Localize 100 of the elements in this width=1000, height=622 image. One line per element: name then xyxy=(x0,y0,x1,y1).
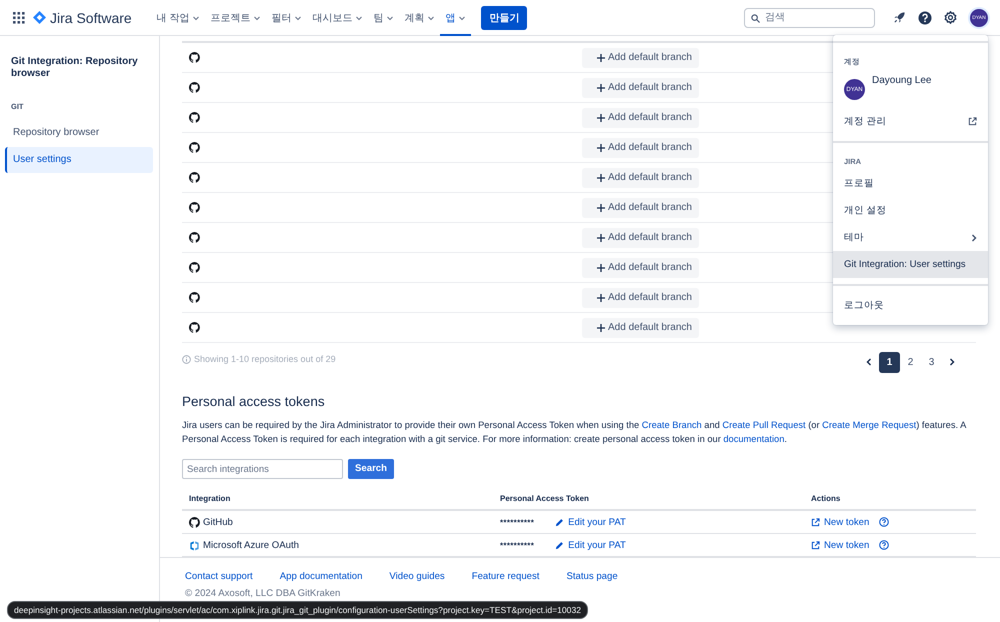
app-switcher-icon xyxy=(13,12,25,24)
menu-item[interactable]: 계정 관리 xyxy=(833,108,988,135)
add-default-branch-button[interactable]: Add default branch xyxy=(582,198,699,218)
menu-item[interactable]: 개인 설정 xyxy=(833,197,988,224)
add-default-branch-button[interactable]: Add default branch xyxy=(582,108,699,128)
menu-item[interactable]: 테마 xyxy=(833,224,988,251)
chevron-down-icon xyxy=(386,14,394,22)
nav-menu-tab[interactable]: 프로젝트 xyxy=(205,0,266,36)
page-button[interactable]: 2 xyxy=(900,352,921,372)
github-icon xyxy=(189,232,200,243)
sidebar-title: Git Integration: Repository browser xyxy=(11,56,139,79)
chevron-left-icon xyxy=(866,358,872,366)
pencil-icon xyxy=(555,518,564,526)
github-icon xyxy=(189,262,200,273)
column-header: Actions xyxy=(810,494,842,502)
create-button[interactable]: 만들기 xyxy=(481,6,528,30)
nav-menu-tab[interactable]: 앱 xyxy=(440,0,472,36)
github-icon xyxy=(189,202,200,213)
description-text: Jira users can be required by the Jira Administrator to provide their own Personal Access Token when using the Create Branch and Create Pull Request (or Create Merge Request) features. A Personal Access Token is required for each integration with a git service. For more information: create personal access token in our documentation. xyxy=(182,419,968,446)
help-icon xyxy=(879,540,890,550)
chevron-down-icon xyxy=(355,14,364,22)
nav-menu-tab[interactable]: 내 작업 xyxy=(152,0,206,36)
github-icon xyxy=(189,322,200,333)
chevron-down-icon xyxy=(427,14,436,22)
chevron-down-icon xyxy=(458,14,466,22)
text-link[interactable]: Create Pull Request xyxy=(722,420,806,430)
results-summary: Showing 1-10 repositories out of 29 xyxy=(194,354,336,364)
external-link-icon xyxy=(811,518,820,526)
add-default-branch-button[interactable]: Add default branch xyxy=(582,288,699,308)
footer-link[interactable]: App documentation xyxy=(280,571,362,582)
external-link-icon xyxy=(968,117,977,126)
footer-link[interactable]: Feature request xyxy=(472,571,540,582)
menu-item[interactable]: 로그아웃 xyxy=(833,292,988,319)
footer-link[interactable]: Status page xyxy=(566,571,618,582)
nav-menu-tab[interactable]: 대시보드 xyxy=(307,0,368,36)
plus-icon xyxy=(597,114,605,122)
add-default-branch-button[interactable]: Add default branch xyxy=(582,78,699,98)
link-url-text: deepinsight-projects.atlassian.net/plugins/servlet/ac/com.xiplink.jira.git.jira_git_plugin/configuration-userSettings?project.key=TEST&project.id=10032 xyxy=(14,605,582,615)
github-icon xyxy=(189,142,200,153)
plus-icon xyxy=(597,144,605,152)
plus-icon xyxy=(597,264,605,272)
page-button[interactable]: 1 xyxy=(879,352,900,372)
external-link-icon xyxy=(811,540,820,550)
add-default-branch-button[interactable]: Add default branch xyxy=(582,318,699,338)
settings-icon xyxy=(944,11,957,24)
nav-menu-tab[interactable]: 필터 xyxy=(266,0,308,36)
plus-icon xyxy=(597,294,605,302)
masked-token: ********** xyxy=(500,540,534,550)
search-button[interactable]: Search xyxy=(348,459,394,479)
sidebar-item[interactable]: User settings xyxy=(5,147,153,173)
new-token-link[interactable]: New token xyxy=(811,516,870,528)
integration-name: Microsoft Azure OAuth xyxy=(203,540,299,550)
rocket-icon xyxy=(893,11,906,24)
page-button[interactable]: 3 xyxy=(921,352,942,372)
search-icon xyxy=(751,14,760,22)
nav-menu-tab[interactable]: 팀 xyxy=(368,0,400,36)
menu-item[interactable]: 프로필 xyxy=(833,170,988,197)
plus-icon xyxy=(597,54,605,62)
add-default-branch-button[interactable]: Add default branch xyxy=(582,138,699,158)
menu-item[interactable]: Git Integration: User settings xyxy=(833,251,988,278)
sidebar-item[interactable]: Repository browser xyxy=(5,120,153,146)
copyright-text: © 2024 Axosoft, LLC DBA GitKraken xyxy=(185,588,342,599)
user-name: Dayoung Lee xyxy=(872,75,932,88)
chevron-right-icon xyxy=(971,234,977,242)
info-icon xyxy=(182,354,191,364)
chevron-right-icon xyxy=(949,358,955,366)
add-default-branch-button[interactable]: Add default branch xyxy=(582,228,699,248)
diamond-logo-icon xyxy=(33,11,46,24)
edit-pat-link[interactable]: Edit your PAT xyxy=(555,516,626,528)
integration-name: GitHub xyxy=(203,516,233,528)
section-title: Personal access tokens xyxy=(182,394,326,409)
chevron-down-icon xyxy=(294,14,302,22)
pencil-icon xyxy=(555,540,564,550)
text-link[interactable]: Create Merge Request xyxy=(822,420,916,430)
add-default-branch-button[interactable]: Add default branch xyxy=(582,48,699,68)
column-header: Personal Access Token xyxy=(499,494,590,502)
chevron-down-icon xyxy=(253,14,262,22)
add-default-branch-button[interactable]: Add default branch xyxy=(582,168,699,188)
plus-icon xyxy=(597,324,605,332)
nav-menu-tab[interactable]: 계획 xyxy=(399,0,440,36)
github-icon xyxy=(189,52,200,63)
help-icon xyxy=(879,517,890,527)
search-integrations-field[interactable]: Search integrations xyxy=(182,459,343,479)
search-field[interactable]: 검색 xyxy=(744,8,875,28)
github-icon xyxy=(189,516,200,528)
text-link[interactable]: documentation xyxy=(723,434,784,444)
text-link[interactable]: Create Branch xyxy=(642,420,702,430)
new-token-link[interactable]: New token xyxy=(811,540,870,550)
chevron-down-icon xyxy=(192,14,200,22)
product-name[interactable]: Jira Software xyxy=(50,10,132,26)
azure-icon xyxy=(189,540,200,550)
add-default-branch-button[interactable]: Add default branch xyxy=(582,258,699,278)
edit-pat-link[interactable]: Edit your PAT xyxy=(555,540,626,550)
help-icon xyxy=(918,10,932,24)
footer-link[interactable]: Video guides xyxy=(389,571,445,582)
footer-link[interactable]: Contact support xyxy=(185,571,253,582)
github-icon xyxy=(189,112,200,123)
masked-token: ********** xyxy=(500,518,534,526)
github-icon xyxy=(189,292,200,303)
plus-icon xyxy=(597,234,605,242)
